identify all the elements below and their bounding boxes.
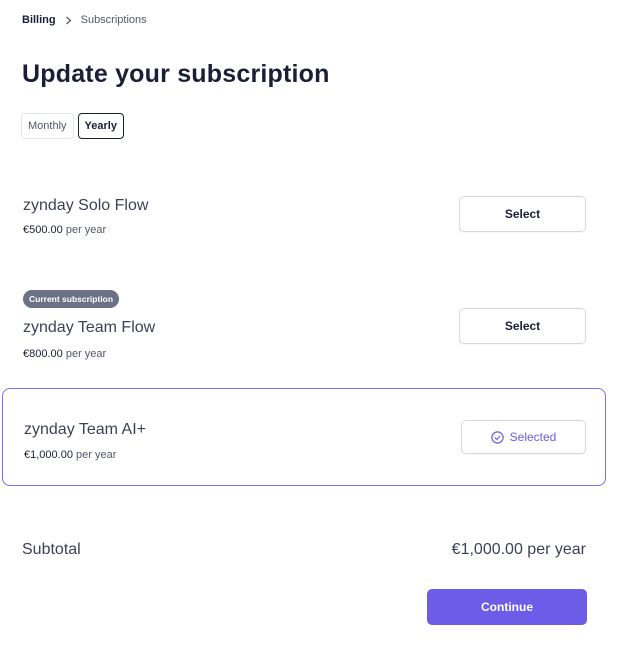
plan-name: zynday Solo Flow xyxy=(23,197,149,214)
plan-row-team-ai-plus[interactable]: zynday Team AI+ €1,000.00 per year Selec… xyxy=(2,388,606,486)
selected-plan-button[interactable]: Selected xyxy=(461,420,586,454)
page-title: Update your subscription xyxy=(22,60,330,88)
yearly-toggle-button[interactable]: Yearly xyxy=(77,113,124,139)
plan-price-amount: €1,000.00 xyxy=(24,449,73,461)
breadcrumb-current: Subscriptions xyxy=(80,14,147,26)
current-subscription-badge: Current subscription xyxy=(23,290,120,308)
plan-price-unit: per year xyxy=(76,449,117,461)
breadcrumb: Billing Subscriptions xyxy=(22,14,147,26)
selected-label: Selected xyxy=(509,430,557,444)
breadcrumb-billing-link[interactable]: Billing xyxy=(22,14,56,26)
subtotal-value: €1,000.00 per year xyxy=(451,541,586,558)
chevron-right-icon xyxy=(65,16,72,25)
plan-price-unit: per year xyxy=(65,224,107,236)
plan-price: €500.00 per year xyxy=(23,224,106,236)
plan-price-amount: €500.00 xyxy=(23,224,63,236)
continue-button[interactable]: Continue xyxy=(427,589,587,625)
check-circle-icon xyxy=(490,430,504,444)
subtotal-label: Subtotal xyxy=(22,541,81,558)
plan-row-solo-flow: zynday Solo Flow €500.00 per year Select xyxy=(2,180,606,278)
plan-price: €1,000.00 per year xyxy=(24,449,116,461)
plan-row-team-flow: Current subscription zynday Team Flow €8… xyxy=(2,280,606,378)
select-plan-button[interactable]: Select xyxy=(459,196,586,232)
billing-interval-toggle: Monthly Yearly xyxy=(21,113,124,139)
plan-price-unit: per year xyxy=(65,348,107,360)
subscription-page: Billing Subscriptions Update your subscr… xyxy=(0,0,622,651)
monthly-toggle-button[interactable]: Monthly xyxy=(21,113,74,139)
plan-name: zynday Team Flow xyxy=(23,319,156,336)
plan-name: zynday Team AI+ xyxy=(24,421,146,438)
plan-price: €800.00 per year xyxy=(23,348,106,360)
plan-price-amount: €800.00 xyxy=(23,348,63,360)
select-plan-button[interactable]: Select xyxy=(459,308,586,344)
